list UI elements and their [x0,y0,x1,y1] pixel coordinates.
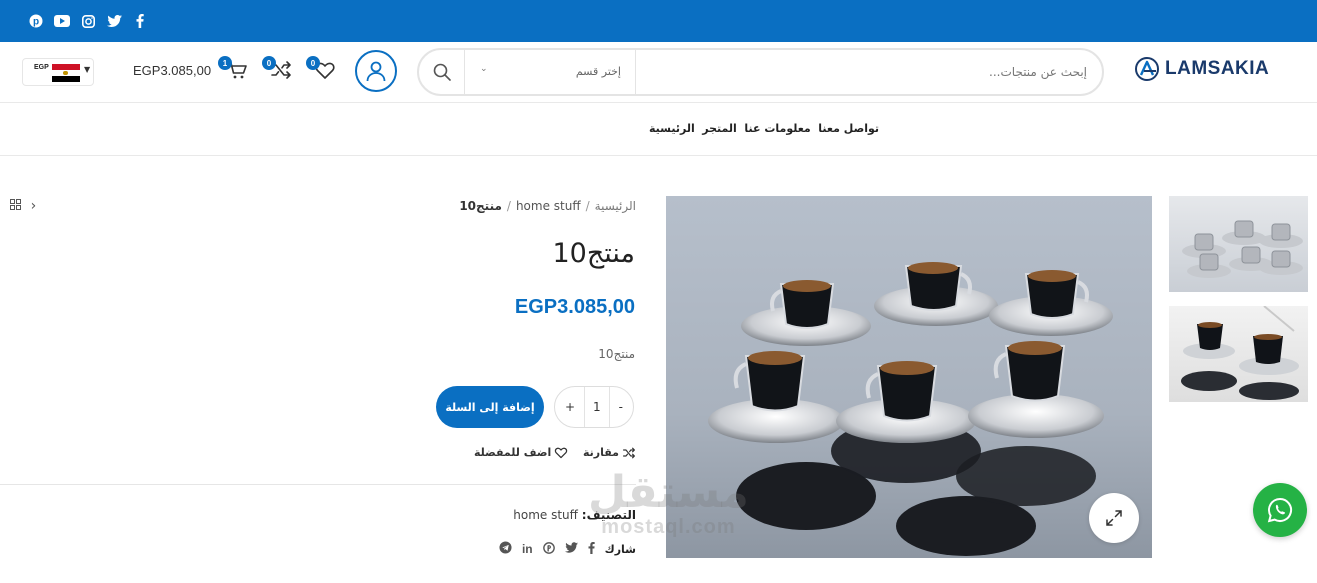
breadcrumb: الرئيسية/home stuff/منتج10 [459,199,636,213]
account-button[interactable] [355,50,397,92]
search-icon [433,63,451,81]
compare-link[interactable]: مقارنة [583,446,636,459]
nav-item-about[interactable]: معلومات عنا [744,122,810,135]
search-bar: ⌄ إختر قسم [417,48,1104,96]
facebook-share-icon[interactable] [588,541,595,557]
top-bar: p [0,0,1317,42]
user-icon [366,61,386,82]
logo-mark-icon [1135,57,1159,81]
cart-total[interactable]: EGP3.085,00 [133,63,211,78]
instagram-icon[interactable] [80,13,96,29]
search-button[interactable] [419,50,465,94]
nav-item-contact[interactable]: تواصل معنا [818,122,879,135]
site-logo[interactable]: LAMSAKIA [1134,56,1269,82]
add-to-cart-button[interactable]: إضافة إلى السلة [436,386,544,428]
breadcrumb-category[interactable]: home stuff [516,199,581,213]
quantity-minus-button[interactable]: - [619,400,623,414]
caret-down-icon: ▼ [84,65,91,74]
nav-item-home[interactable]: الرئيسية [649,122,695,135]
chevron-down-icon: ⌄ [480,64,488,74]
product-short-description: منتج10 [598,347,635,361]
svg-text:p: p [33,17,39,28]
whatsapp-icon [1267,497,1292,523]
linkedin-share-icon[interactable]: in [522,542,533,556]
nav-item-shop[interactable]: المتجر [702,122,737,135]
cart-button[interactable]: 1 [218,56,250,83]
divider [0,484,636,485]
wishlist-button[interactable]: 0 [306,56,338,83]
category-select-label: إختر قسم [575,65,621,78]
zoom-button[interactable] [1089,493,1139,543]
product-actions: مقارنة اضف للمفضلة [474,446,636,459]
logo-text: LAMSAKIA [1165,58,1270,79]
wishlist-link[interactable]: اضف للمفضلة [474,446,568,459]
category-label: التصنيف: [581,508,636,522]
main-nav: الرئيسية المتجر معلومات عنا تواصل معنا [0,103,1317,156]
product-category: التصنيف: home stuff [440,508,636,522]
pinterest-icon[interactable]: p [28,13,44,29]
twitter-icon[interactable] [106,13,122,29]
whatsapp-button[interactable] [1253,483,1307,537]
search-input[interactable] [637,50,1101,94]
product-thumbnail-1[interactable] [1169,196,1308,292]
twitter-share-icon[interactable] [564,542,578,556]
telegram-share-icon[interactable] [499,541,512,557]
pinterest-share-icon[interactable] [542,541,555,557]
quantity-stepper: + 1 - [554,386,634,428]
main-header: EGP ▼ EGP3.085,00 1 0 0 ⌄ إختر قسم LAMSA… [0,42,1317,103]
egypt-flag-icon [52,64,80,82]
compare-count-badge: 0 [262,56,276,70]
breadcrumb-current: منتج10 [459,199,502,213]
coffee-cups-image [708,262,1113,556]
product-thumbnail-2[interactable] [1169,306,1308,402]
wishlist-count-badge: 0 [306,56,320,70]
compare-button[interactable]: 0 [262,56,294,83]
chevron-right-icon[interactable]: › [31,198,37,214]
share-row: شارك in [484,541,636,557]
coffee-set-thumbnail [1182,220,1303,278]
quantity-value[interactable]: 1 [593,400,601,414]
coffee-cups-thumbnail [1181,306,1299,400]
currency-code: EGP [34,64,49,71]
breadcrumb-home[interactable]: الرئيسية [595,199,636,213]
heart-icon [555,447,568,459]
grid-icon[interactable] [9,198,21,214]
product-main-image[interactable] [666,196,1152,558]
cart-count-badge: 1 [218,56,232,70]
facebook-icon[interactable] [132,13,148,29]
expand-icon [1106,510,1122,526]
product-title: منتج10 [552,238,635,269]
youtube-icon[interactable] [54,13,70,29]
category-select[interactable]: ⌄ إختر قسم [466,50,636,94]
shuffle-icon [623,447,635,458]
compare-label: مقارنة [583,446,619,459]
product-price: EGP3.085,00 [514,296,635,318]
category-link[interactable]: home stuff [513,508,578,522]
product-navigation: ‹ › [0,198,36,214]
currency-selector[interactable]: EGP ▼ [22,58,94,86]
share-label: شارك [604,542,636,556]
wishlist-label: اضف للمفضلة [474,446,552,459]
social-links: p [28,13,148,29]
quantity-plus-button[interactable]: + [565,400,575,414]
